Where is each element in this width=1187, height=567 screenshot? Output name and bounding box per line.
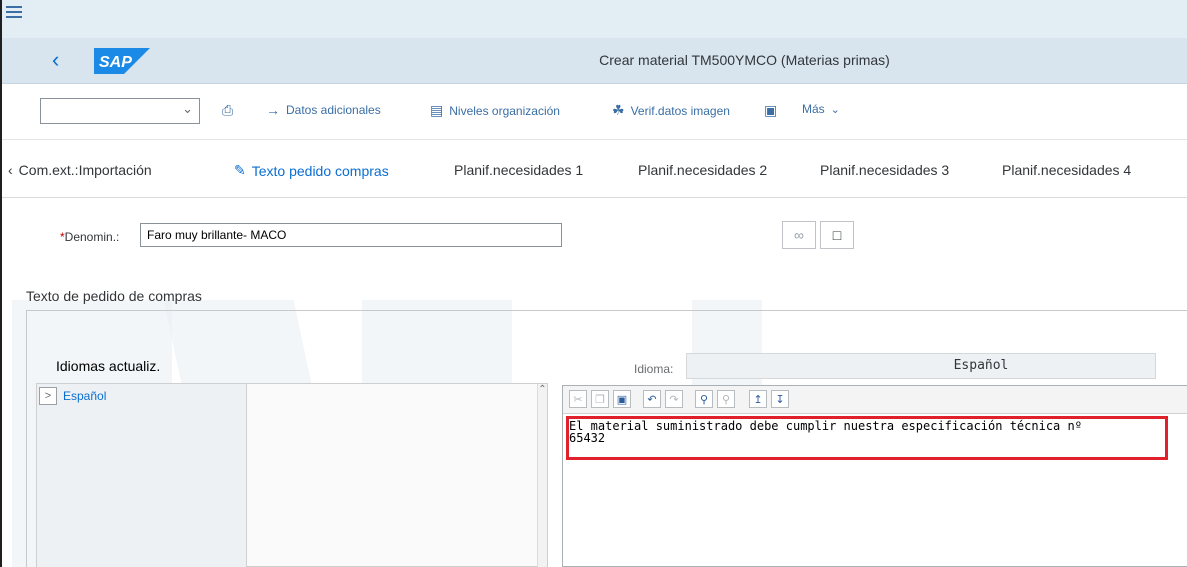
upload-icon: ↥ (753, 393, 763, 406)
lock-icon: ▣ (764, 102, 778, 118)
scrollbar[interactable]: ⌃ (537, 384, 547, 567)
tab-com-ext-importacion[interactable]: ‹ Com.ext.:Importación (8, 162, 152, 178)
search-button[interactable]: ⚲ (695, 390, 713, 408)
denomin-label: *Denomin.: (60, 230, 119, 244)
language-name: Español (63, 389, 107, 403)
highlight-annotation (566, 416, 1168, 460)
tab-label: Planif.necesidades 1 (454, 162, 584, 178)
redo-button[interactable]: ↷ (665, 390, 683, 408)
glasses-icon: ∞ (794, 227, 804, 243)
tab-planif-necesidades-4[interactable]: Planif.necesidades 4 (1002, 162, 1131, 178)
document-icon: □ (832, 227, 842, 243)
section-title: Texto de pedido de compras (26, 288, 202, 304)
undo-icon: ↶ (647, 393, 657, 406)
tab-label: Planif.necesidades 3 (820, 162, 950, 178)
more-button[interactable]: Más ⌄ (802, 102, 840, 116)
undo-button[interactable]: ↶ (643, 390, 661, 408)
download-icon: ↧ (775, 393, 785, 406)
download-button[interactable]: ↧ (771, 390, 789, 408)
page-title: Crear material TM500YMCO (Materias prima… (599, 52, 890, 68)
org-levels-label: Niveles organización (449, 103, 560, 118)
check-image-icon: ☘ (612, 102, 625, 118)
tab-planif-necesidades-2[interactable]: Planif.necesidades 2 (638, 162, 767, 178)
exit-icon: ⎙ (222, 102, 234, 118)
languages-column: > Español (37, 384, 247, 567)
tab-label: Texto pedido compras (251, 162, 389, 179)
language-field: Español (686, 353, 1156, 379)
more-label: Más (802, 102, 825, 116)
text-editor[interactable]: ✂ ❐ ▣ ↶ ↷ ⚲ ⚲ ↥ ↧ El material suministra… (562, 385, 1187, 567)
org-levels-button[interactable]: ▤ Niveles organización (430, 102, 560, 119)
upload-button[interactable]: ↥ (749, 390, 767, 408)
language-field-label: Idioma: (634, 362, 674, 376)
copy-icon: ❐ (595, 393, 605, 406)
lock-button[interactable]: ▣ (764, 102, 777, 119)
chevron-down-icon: ⌄ (830, 103, 840, 116)
hamburger-menu-icon[interactable] (6, 6, 22, 20)
menu-strip (2, 0, 1187, 38)
paste-button[interactable]: ▣ (613, 390, 631, 408)
search-next-button[interactable]: ⚲ (717, 390, 735, 408)
copy-button[interactable]: ❐ (591, 390, 609, 408)
shell-header: ‹ SAP Crear material TM500YMCO (Materias… (2, 38, 1187, 84)
section-divider (26, 310, 1187, 311)
exit-button[interactable]: ⎙ (222, 102, 233, 119)
check-image-button[interactable]: ☘ Verif.datos imagen (612, 102, 730, 119)
cut-button[interactable]: ✂ (569, 390, 587, 408)
languages-panel: > Español ⌃ (36, 383, 548, 567)
additional-data-button[interactable]: → Datos adicionales (266, 102, 381, 118)
check-image-label: Verif.datos imagen (630, 103, 730, 118)
text-edit-icon: ✎ (234, 162, 246, 178)
tab-label: Planif.necesidades 2 (638, 162, 768, 178)
paste-icon: ▣ (616, 393, 628, 406)
chevron-left-icon[interactable]: ‹ (8, 162, 13, 178)
glasses-button[interactable]: ∞ (782, 221, 816, 249)
tab-bar: ‹ Com.ext.:Importación ✎ Texto pedido co… (2, 140, 1187, 198)
tab-planif-necesidades-1[interactable]: Planif.necesidades 1 (454, 162, 583, 178)
cut-icon: ✂ (573, 393, 583, 406)
tab-texto-pedido-compras[interactable]: ✎ Texto pedido compras (234, 162, 389, 179)
tab-planif-necesidades-3[interactable]: Planif.necesidades 3 (820, 162, 949, 178)
chevron-down-icon: ⌄ (182, 101, 193, 116)
org-levels-icon: ▤ (430, 102, 444, 118)
tab-label: Planif.necesidades 4 (1002, 162, 1132, 178)
search-icon: ⚲ (699, 393, 709, 406)
command-select[interactable]: ⌄ (40, 98, 200, 124)
toolbar: ⌄ ⎙ → Datos adicionales ▤ Niveles organi… (2, 84, 1187, 140)
search-next-icon: ⚲ (721, 393, 731, 406)
languages-label: Idiomas actualiz. (56, 358, 161, 374)
document-button[interactable]: □ (820, 221, 854, 249)
arrow-right-icon: → (266, 102, 280, 118)
tab-label: Com.ext.:Importación (18, 162, 152, 178)
denomin-label-text: Denomin.: (64, 230, 120, 244)
redo-icon: ↷ (669, 393, 679, 406)
language-row-espanol[interactable]: > Español (39, 387, 106, 405)
expand-arrow-icon[interactable]: > (39, 387, 57, 405)
additional-data-label: Datos adicionales (286, 103, 381, 117)
app-window: ‹ SAP Crear material TM500YMCO (Materias… (0, 0, 1187, 567)
denomin-input[interactable]: Faro muy brillante- MACO (140, 223, 562, 247)
editor-toolbar: ✂ ❐ ▣ ↶ ↷ ⚲ ⚲ ↥ ↧ (563, 386, 1187, 414)
